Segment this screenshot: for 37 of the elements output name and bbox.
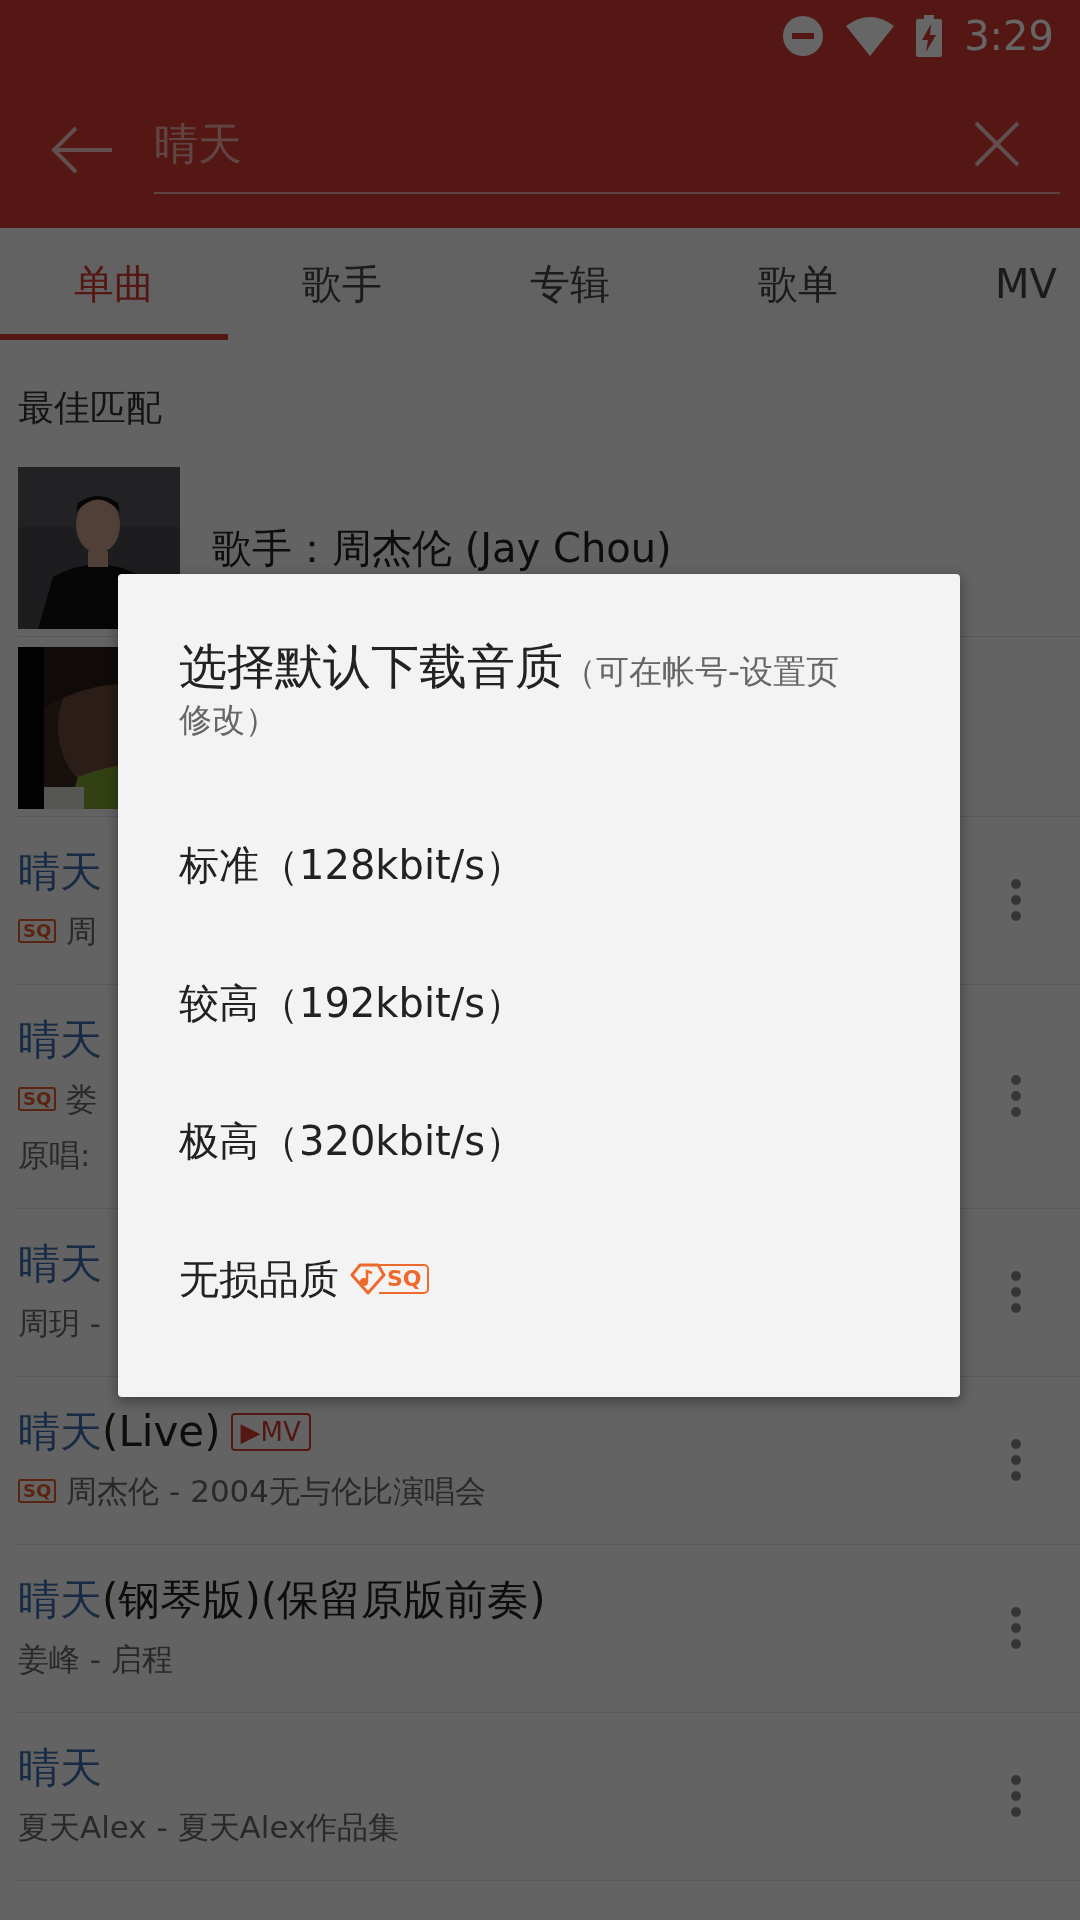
song-subtitle: 周玥 -	[18, 1304, 102, 1343]
song-subtitle: 周杰伦 - 2004无与伦比演唱会	[66, 1472, 487, 1511]
song-subtitle: 姜峰 - 启程	[18, 1640, 173, 1679]
song-subtitle: 娄	[66, 1080, 98, 1119]
tab[interactable]: 专辑	[456, 228, 684, 340]
back-button[interactable]	[50, 125, 114, 175]
song-title[interactable]: 晴天	[18, 847, 102, 897]
wifi-icon	[846, 16, 895, 56]
sq-badge: SQ	[18, 1479, 57, 1503]
song-title[interactable]: 晴天	[18, 1239, 102, 1289]
battery-charging-icon	[916, 15, 943, 57]
song-title[interactable]: 晴天	[18, 1743, 102, 1793]
sq-badge: SQ	[18, 1087, 57, 1111]
quality-option[interactable]: 极高（320kbit/s）	[179, 1072, 900, 1210]
diamond-note-icon	[349, 1263, 387, 1295]
song-subtitle: 周	[66, 912, 98, 951]
do-not-disturb-icon	[782, 15, 825, 57]
dialog-title: 选择默认下载音质（可在帐号-设置页修改）	[179, 642, 840, 738]
status-time: 3:29	[964, 13, 1054, 59]
song-subtitle: 夏天Alex - 夏天Alex作品集	[18, 1808, 400, 1847]
section-heading: 最佳匹配	[17, 386, 163, 430]
quality-option[interactable]: 标准（128kbit/s）	[179, 796, 900, 934]
tab[interactable]: MV	[912, 228, 1080, 340]
original-singer-text: 原唱:	[18, 1136, 91, 1175]
song-title[interactable]: 晴天(钢琴版)(保留原版前奏)	[18, 1575, 546, 1625]
sq-badge: SQ	[18, 919, 57, 943]
tab[interactable]: 单曲	[0, 228, 228, 340]
mv-badge[interactable]: ▶MV	[230, 1413, 311, 1451]
tab[interactable]: 歌单	[684, 228, 912, 340]
close-icon[interactable]	[974, 121, 1020, 167]
quality-option[interactable]: 较高（192kbit/s）	[179, 934, 900, 1072]
tab[interactable]: 歌手	[228, 228, 456, 340]
sq-badge: SQ	[379, 1264, 429, 1294]
quality-option[interactable]: 无损品质 SQ	[179, 1210, 900, 1348]
song-title[interactable]: 晴天(Live)	[18, 1407, 221, 1457]
best-match-label[interactable]: 歌手：周杰伦 (Jay Chou)	[212, 520, 672, 576]
song-title[interactable]: 晴天	[18, 1015, 102, 1065]
